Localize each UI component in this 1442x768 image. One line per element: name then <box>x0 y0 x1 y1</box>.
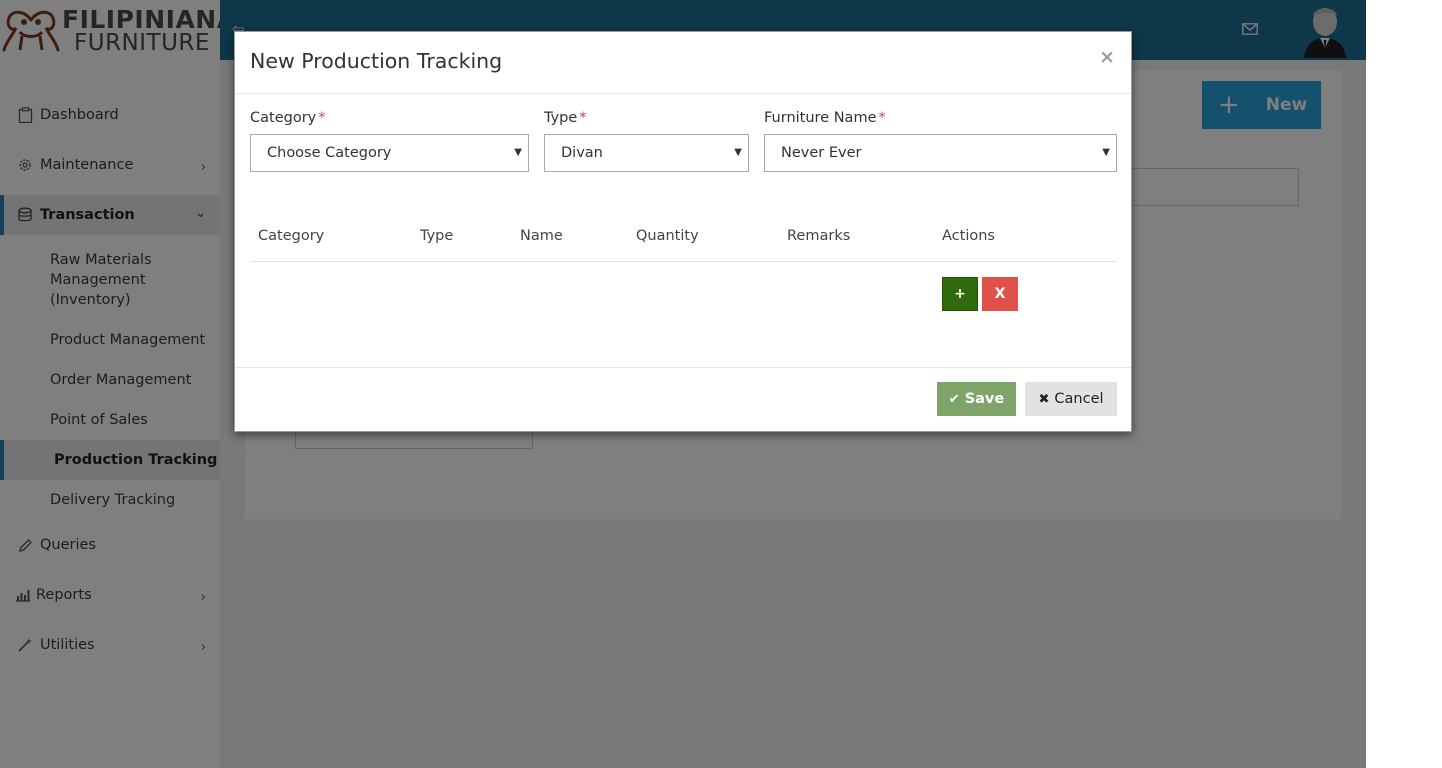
category-select[interactable]: Choose Category ▼ <box>250 134 529 172</box>
caret-down-icon: ▼ <box>1102 147 1110 158</box>
add-row-button[interactable]: + <box>942 277 978 311</box>
furniture-name-select[interactable]: Never Ever ▼ <box>764 134 1117 172</box>
x-icon: ✖ <box>1038 391 1050 407</box>
cancel-button-label: Cancel <box>1054 391 1104 407</box>
check-icon: ✔ <box>948 391 960 407</box>
divider <box>235 367 1131 368</box>
column-header-remarks: Remarks <box>787 228 851 244</box>
furniture-name-label-text: Furniture Name <box>764 110 877 126</box>
column-header-type: Type <box>420 228 454 244</box>
furniture-name-select-value: Never Ever <box>781 145 862 161</box>
save-button[interactable]: ✔ Save <box>937 382 1016 416</box>
required-marker: * <box>878 110 886 126</box>
remove-row-button[interactable]: X <box>982 277 1018 311</box>
caret-down-icon: ▼ <box>734 147 742 158</box>
table-divider <box>250 261 1117 262</box>
category-label: Category * <box>250 110 325 126</box>
cancel-button[interactable]: ✖ Cancel <box>1025 382 1117 416</box>
type-select[interactable]: Divan ▼ <box>544 134 749 172</box>
modal-title: New Production Tracking <box>250 49 503 73</box>
category-select-value: Choose Category <box>267 145 392 161</box>
divider <box>235 93 1131 94</box>
empty-margin <box>1366 0 1442 768</box>
column-header-name: Name <box>520 228 563 244</box>
category-label-text: Category <box>250 110 317 126</box>
new-production-tracking-modal: New Production Tracking × Category * Choo… <box>234 31 1132 432</box>
caret-down-icon: ▼ <box>514 147 522 158</box>
column-header-actions: Actions <box>942 228 995 244</box>
save-button-label: Save <box>964 391 1005 407</box>
column-header-category: Category <box>258 228 325 244</box>
close-icon[interactable]: × <box>1099 46 1115 68</box>
required-marker: * <box>318 110 326 126</box>
app-window: FILIPINIANA FURNITURE Dashboard Maintena… <box>0 0 1366 768</box>
type-select-value: Divan <box>561 145 603 161</box>
furniture-name-label: Furniture Name * <box>764 110 886 126</box>
column-header-quantity: Quantity <box>636 228 699 244</box>
type-label: Type * <box>544 110 587 126</box>
required-marker: * <box>579 110 587 126</box>
type-label-text: Type <box>544 110 578 126</box>
